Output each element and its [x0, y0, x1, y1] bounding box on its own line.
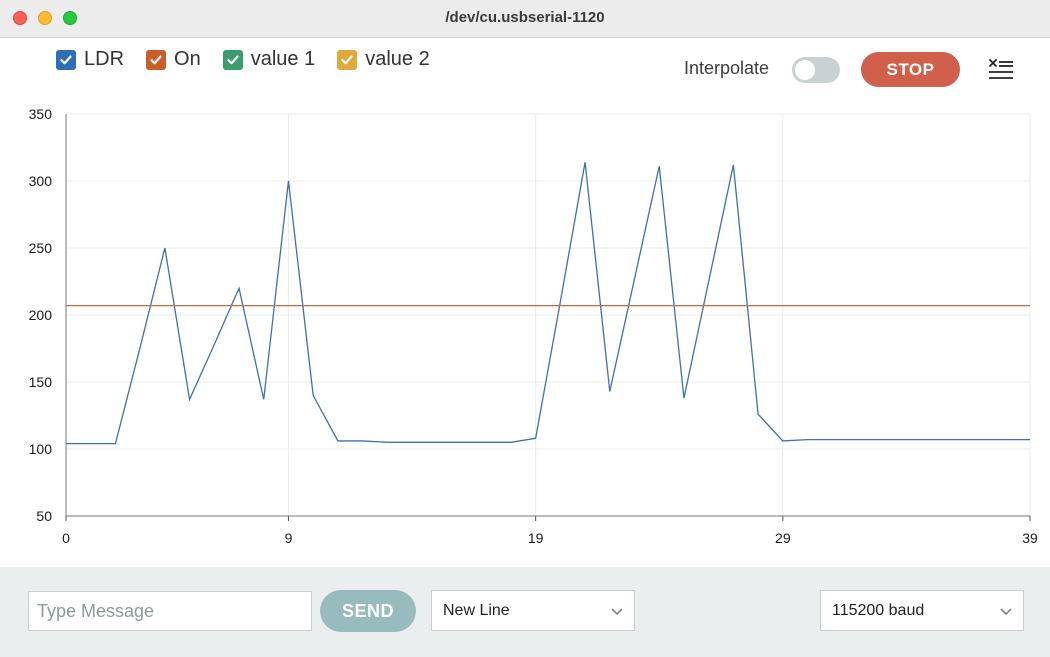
x-tick-label: 39 [1022, 530, 1038, 546]
checkbox-icon[interactable] [222, 49, 243, 70]
x-tick-label: 19 [528, 530, 544, 546]
toggle-knob [795, 60, 815, 80]
legend-label: On [174, 48, 201, 70]
line-ending-value: New Line [443, 602, 510, 619]
title-bar: /dev/cu.usbserial-1120 [0, 0, 1050, 38]
window-title: /dev/cu.usbserial-1120 [445, 9, 605, 26]
baud-rate-select[interactable]: 115200 baud [820, 590, 1024, 631]
baud-rate-value: 115200 baud [832, 602, 925, 619]
checkbox-icon[interactable] [56, 49, 76, 70]
y-tick-label: 200 [29, 307, 53, 323]
legend: LDR On value 1 value 2 [56, 48, 452, 71]
legend-label: LDR [84, 48, 125, 70]
message-input[interactable] [28, 591, 312, 631]
y-tick-label: 50 [36, 508, 52, 524]
plot-area: 50 100 150 200 250 300 350 0 9 19 29 39 [29, 106, 1038, 546]
series-line-ldr [66, 162, 1030, 445]
send-button[interactable]: SEND [320, 590, 416, 632]
stop-button[interactable]: STOP [861, 52, 960, 87]
y-tick-label: 350 [29, 106, 53, 122]
legend-item-on[interactable]: On [146, 48, 201, 71]
legend-item-value-2[interactable]: value 2 [337, 48, 430, 71]
legend-item-ldr[interactable]: LDR [56, 48, 124, 71]
y-tick-label: 250 [29, 240, 53, 256]
serial-plotter-window: /dev/cu.usbserial-1120 LDR On value 1 va… [0, 0, 1050, 657]
legend-item-value-1[interactable]: value 1 [222, 48, 316, 71]
x-tick-label: 9 [285, 530, 293, 546]
y-tick-label: 150 [29, 374, 53, 390]
x-tick-label: 0 [62, 530, 70, 546]
y-tick-label: 300 [29, 173, 53, 189]
clear-output-icon[interactable] [988, 58, 1014, 82]
line-ending-select[interactable]: New Line [431, 590, 635, 631]
interpolate-toggle[interactable] [792, 57, 840, 83]
chevron-down-icon [611, 608, 623, 616]
x-tick-label: 29 [775, 530, 791, 546]
interpolate-label: Interpolate [684, 58, 770, 78]
y-tick-label: 100 [29, 441, 53, 457]
checkbox-icon[interactable] [337, 49, 358, 70]
chevron-down-icon [1000, 608, 1012, 616]
legend-label: value 1 [250, 48, 316, 70]
legend-label: value 2 [365, 48, 430, 70]
checkbox-icon[interactable] [146, 49, 167, 70]
